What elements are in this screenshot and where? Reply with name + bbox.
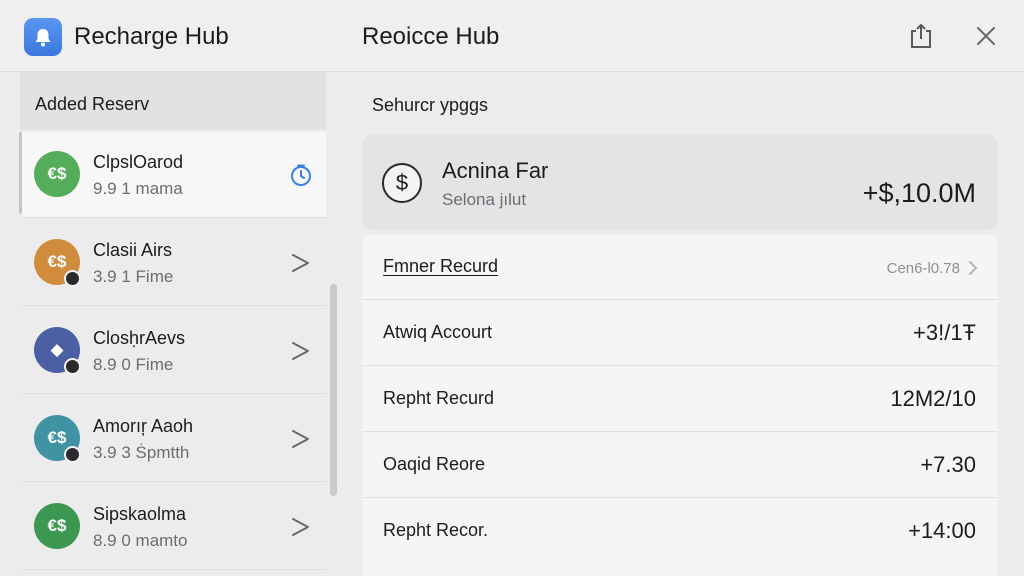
section-label: Sehurcr ypggs	[372, 95, 489, 115]
account-list-item[interactable]: €$ Clasii Airs 3.9 1 Fime	[22, 220, 326, 306]
chevron-right-icon[interactable]	[288, 426, 314, 452]
sidebar-scrollbar[interactable]	[330, 284, 337, 496]
summary-account-sub: Selona jılut	[442, 190, 527, 209]
account-name: Sipskaolma	[93, 504, 187, 524]
account-list-item[interactable]: €$ Amorıŗ Aaoh 3.9 3 Ṡpmtth	[22, 396, 326, 482]
summary-account-name: Acnina Far	[442, 158, 549, 183]
status-badge-icon	[64, 270, 81, 287]
account-name: Amorıŗ Aaoh	[93, 416, 194, 436]
clock-icon[interactable]	[288, 162, 314, 188]
detail-panel: Fmner Recurd Cen6-l0.78 Atwiq Accourt +3!/1…	[362, 234, 998, 576]
share-icon	[911, 23, 931, 48]
detail-row-label: Repht Recurd	[383, 388, 495, 408]
account-name: ClpslOarod	[93, 152, 184, 172]
close-button[interactable]	[971, 20, 1001, 52]
detail-row-label: Oaqid Reore	[383, 454, 486, 474]
detail-row-label[interactable]: Fmner Recurd	[383, 256, 498, 277]
detail-row-value: +14:00	[908, 518, 976, 543]
detail-row: Oaqid Reore +7.30	[362, 432, 998, 498]
account-subtitle: 3.9 3 Ṡpmtth	[93, 443, 190, 462]
share-button[interactable]	[906, 20, 936, 52]
detail-row: Repht Recor. +14:00	[362, 498, 998, 564]
detail-row-label: Repht Recor.	[383, 520, 489, 540]
account-subtitle: 8.9 0 mamto	[93, 531, 188, 550]
chevron-right-icon[interactable]	[288, 514, 314, 540]
sidebar-section-title: Added Reserv	[35, 94, 150, 114]
pane-title: Reoicce Hub	[362, 23, 500, 50]
status-badge-icon	[64, 446, 81, 463]
bell-icon	[24, 18, 62, 56]
account-subtitle: 3.9 1 Fime	[93, 267, 174, 286]
account-list-item[interactable]: €$ ClpslOarod 9.9 1 mama	[22, 132, 326, 218]
account-avatar-icon: €$	[34, 151, 80, 197]
dollar-coin-icon: $	[382, 163, 422, 203]
title-bar: Recharge Hub Reoicce Hub	[0, 0, 1024, 72]
account-list-item[interactable]: €$ Sipskaolma 8.9 0 mamto	[22, 484, 326, 570]
app-title: Recharge Hub	[74, 23, 229, 50]
detail-row-value: 12M2/10	[890, 386, 976, 411]
chevron-right-icon[interactable]	[288, 250, 314, 276]
close-icon	[977, 27, 995, 45]
detail-row: Atwiq Accourt +3!/1Ŧ	[362, 300, 998, 366]
chevron-right-icon[interactable]	[288, 338, 314, 364]
summary-amount: +$,10.0M	[862, 178, 976, 208]
account-subtitle: 8.9 0 Fime	[93, 355, 174, 374]
detail-row[interactable]: Fmner Recurd Cen6-l0.78	[362, 234, 998, 300]
account-subtitle: 9.9 1 mama	[93, 179, 183, 198]
status-badge-icon	[64, 358, 81, 375]
summary-card: $ Acnina Far Selona jılut +$,10.0M	[362, 134, 998, 230]
account-list-item[interactable]: ◆ ClosḥrAevs 8.9 0 Fime	[22, 308, 326, 394]
detail-row: Repht Recurd 12M2/10	[362, 366, 998, 432]
detail-row-value: Cen6-l0.78	[886, 260, 960, 277]
sidebar-header: Added Reserv	[20, 72, 326, 130]
chevron-right-icon[interactable]	[968, 261, 978, 275]
detail-row-value: +3!/1Ŧ	[913, 320, 976, 345]
detail-row-value: +7.30	[920, 452, 976, 477]
account-avatar-icon: €$	[34, 503, 80, 549]
account-name: Clasii Airs	[93, 240, 173, 260]
account-name: ClosḥrAevs	[93, 328, 186, 348]
detail-row-label: Atwiq Accourt	[383, 322, 493, 342]
